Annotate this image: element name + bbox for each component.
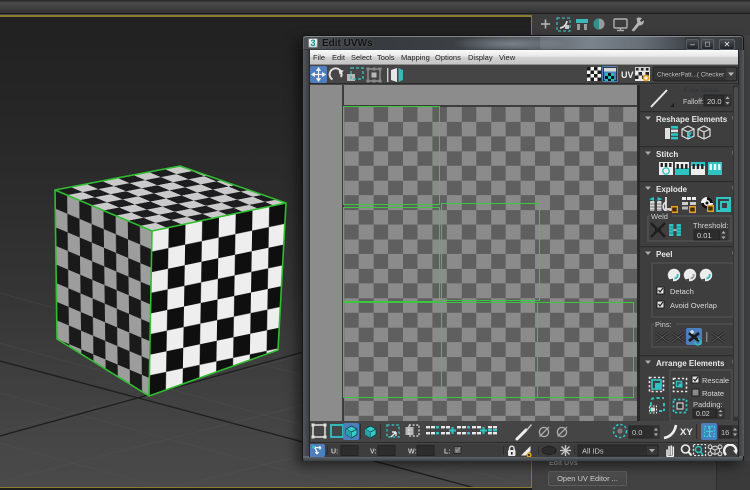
svg-text:All IDs: All IDs	[582, 447, 604, 456]
svg-text:XY: XY	[680, 427, 693, 438]
svg-text:Pins:: Pins:	[655, 320, 672, 329]
svg-text:0.01: 0.01	[697, 231, 712, 240]
svg-text:16: 16	[721, 428, 729, 437]
svg-text:Padding:: Padding:	[693, 400, 723, 409]
svg-text:Rescale: Rescale	[702, 376, 729, 385]
svg-text:Arrange Elements: Arrange Elements	[656, 359, 725, 368]
svg-text:L:: L:	[444, 449, 451, 456]
svg-text:20.0: 20.0	[707, 97, 722, 106]
svg-text:Threshold:: Threshold:	[693, 221, 728, 230]
svg-text:Peel: Peel	[656, 250, 672, 259]
svg-text:Avoid Overlap: Avoid Overlap	[670, 301, 717, 310]
svg-text:Detach: Detach	[670, 287, 694, 296]
svg-text:Weld: Weld	[651, 212, 668, 221]
svg-text:Reshape Elements: Reshape Elements	[656, 115, 728, 124]
svg-text:UV: UV	[621, 70, 634, 80]
svg-text:Explode: Explode	[656, 185, 688, 194]
svg-text:Edge Distan: Edge Distan	[684, 87, 720, 94]
svg-text:CheckerPatt...( Checker ): CheckerPatt...( Checker )	[657, 72, 728, 79]
svg-text:Rotate: Rotate	[702, 389, 724, 398]
svg-text:0.0: 0.0	[632, 428, 642, 437]
svg-text:Falloff:: Falloff:	[683, 99, 704, 106]
svg-text:Stitch: Stitch	[656, 150, 678, 159]
svg-text:W:: W:	[408, 449, 417, 456]
svg-text:V:: V:	[370, 449, 377, 456]
svg-text:U:: U:	[331, 449, 338, 456]
svg-text:0.02: 0.02	[696, 411, 710, 418]
